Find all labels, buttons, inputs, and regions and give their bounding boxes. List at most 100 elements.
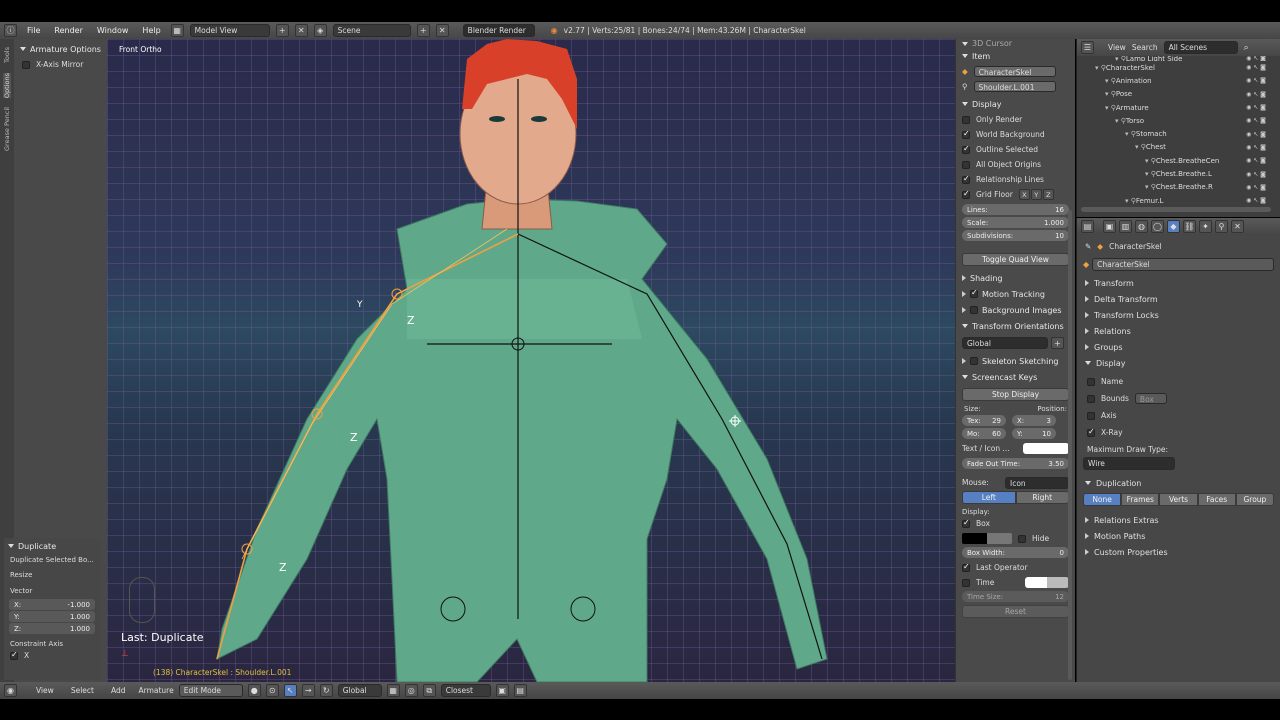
outliner-row[interactable]: ▾ ⚲ Torso ◉ ↖ ◙ [1077,114,1280,127]
menu-file[interactable]: File [23,26,44,35]
duplication-option[interactable]: None [1083,493,1122,506]
modifiers-tab-icon[interactable]: ✦ [1199,220,1212,233]
object-name-field[interactable]: CharacterSkel [973,66,1056,77]
add-scene-icon[interactable]: + [416,24,430,37]
viewport-editor-icon[interactable]: ◉ [4,684,17,697]
tab-tools[interactable]: Tools [3,47,11,63]
section-header[interactable]: Delta Transform [1077,291,1280,307]
data-tab-icon[interactable]: ⚲ [1215,220,1228,233]
mouse-right-button[interactable]: Right [1015,491,1069,504]
editor-type-icon[interactable]: ⓘ [4,24,17,37]
visibility-icons[interactable]: ◉ ↖ ◙ [1246,184,1266,191]
props-scrollbar[interactable] [1068,210,1072,680]
translate-icon[interactable]: → [301,684,315,697]
duplication-option[interactable]: Verts [1159,493,1198,506]
outliner-row[interactable]: ▾ ⚲ Femur.L ◉ ↖ ◙ [1077,194,1280,207]
proportional-edit-icon[interactable]: ◎ [404,684,418,697]
text-color-swatch[interactable] [1023,443,1069,454]
3d-viewport[interactable]: Z Z Z Y Front Ortho Last: Duplicate ⊥ (1… [107,39,955,682]
section-header[interactable]: Transform Locks [1077,307,1280,323]
tex-size-field[interactable]: Tex: 29 [962,415,1006,426]
menu-help[interactable]: Help [138,26,164,35]
add-layout-icon[interactable]: + [275,24,289,37]
outline-selected-checkbox[interactable] [962,144,970,154]
axis-y-toggle[interactable]: Y [1030,189,1042,200]
outliner-row[interactable]: ▾ ⚲ Chest ◉ ↖ ◙ [1077,141,1280,154]
opengl-anim-icon[interactable]: ▤ [513,684,527,697]
bone-tab-icon[interactable]: ✕ [1231,220,1244,233]
duplication-section-header[interactable]: Duplication [1077,475,1280,491]
rotate-icon[interactable]: ↻ [319,684,333,697]
world-tab-icon[interactable]: ◯ [1151,220,1164,233]
object-name-input[interactable]: CharacterSkel [1092,258,1274,271]
outliner-filter-select[interactable]: All Scenes [1163,41,1238,54]
outliner-row[interactable]: ▾ ⚲ Animation ◉ ↖ ◙ [1077,74,1280,87]
item-header[interactable]: Item [962,48,1069,64]
duplication-option[interactable]: Faces [1197,493,1236,506]
properties-editor-icon[interactable]: ▤ [1081,220,1094,233]
shading-mode-icon[interactable]: ● [247,684,261,697]
display-section-header[interactable]: Display [1077,355,1280,371]
reset-button[interactable]: Reset [962,605,1069,618]
box-width-field[interactable]: Box Width: 0 [962,547,1069,558]
world-background-checkbox[interactable] [962,129,970,139]
layout-selector[interactable]: Model View [189,24,270,37]
constraints-tab-icon[interactable]: ⛓ [1183,220,1196,233]
mouse-left-button[interactable]: Left [962,491,1016,504]
outliner-editor-icon[interactable]: ☰ [1081,41,1094,54]
visibility-icons[interactable]: ◉ ↖ ◙ [1246,131,1266,138]
screencast-keys-header[interactable]: Screencast Keys [962,369,1069,385]
grid-subdivisions-field[interactable]: Subdivisions: 10 [962,230,1069,241]
visibility-icons[interactable]: ◉ ↖ ◙ [1246,104,1266,111]
section-header[interactable]: Motion Paths [1077,528,1280,544]
outliner-row[interactable]: ▾ ⚲ Chest.BreatheCen ◉ ↖ ◙ [1077,154,1280,167]
mouse-mode-select[interactable]: Icon [1005,476,1069,489]
visibility-icons[interactable]: ◉ ↖ ◙ [1246,197,1266,204]
xray-checkbox[interactable] [1087,427,1095,437]
box-checkbox[interactable] [962,518,970,528]
visibility-icons[interactable]: ◉ ↖ ◙ [1246,144,1266,151]
menu-view[interactable]: View [36,686,54,695]
menu-add[interactable]: Add [111,686,126,695]
layout-icon[interactable]: ▦ [170,24,184,37]
time-color-swatch[interactable] [1025,577,1069,588]
orientation-select[interactable]: Global [962,337,1048,349]
tab-options[interactable]: Options [3,73,11,99]
menu-select[interactable]: Select [71,686,94,695]
all-object-origins-checkbox[interactable] [962,160,970,169]
visibility-icons[interactable]: ◉ ↖ ◙ [1246,77,1266,84]
layers-icon[interactable]: ▦ [386,684,400,697]
duplication-option[interactable]: Group [1235,493,1275,506]
snap-icon[interactable]: ⧉ [422,684,436,697]
section-header[interactable]: Groups [1077,339,1280,355]
toggle-quad-view-button[interactable]: Toggle Quad View [962,253,1069,266]
remove-layout-icon[interactable]: ✕ [294,24,308,37]
motion-tracking-header[interactable]: Motion Tracking [962,286,1069,302]
hide-checkbox[interactable] [1018,534,1026,543]
tab-grease-pencil[interactable]: Grease Pencil [3,107,11,151]
mo-size-field[interactable]: Mo: 60 [962,428,1006,439]
outliner-menu-search[interactable]: Search [1132,43,1158,52]
section-header[interactable]: Relations Extras [1077,512,1280,528]
render-tab-icon[interactable]: ▣ [1103,220,1116,233]
section-header[interactable]: Relations [1077,323,1280,339]
shading-header[interactable]: Shading [962,270,1069,286]
outliner-search-icon[interactable]: ⌕ [1244,43,1249,53]
3d-cursor-header[interactable]: 3D Cursor [962,39,1069,48]
outliner-row[interactable]: ▾ ⚲ Pose ◉ ↖ ◙ [1077,88,1280,101]
bone-name-field[interactable]: Shoulder.L.001 [973,81,1056,92]
duplication-option[interactable]: Frames [1121,493,1160,506]
max-draw-type-select[interactable]: Wire [1083,457,1175,470]
axis-x-toggle[interactable]: X [1018,189,1030,200]
bounds-type-select[interactable]: Box [1134,393,1167,404]
layers-tab-icon[interactable]: ▥ [1119,220,1132,233]
section-header[interactable]: Custom Properties [1077,544,1280,560]
grid-lines-field[interactable]: Lines: 16 [962,204,1069,215]
axis-z-toggle[interactable]: Z [1042,189,1054,200]
redo-panel-header[interactable]: Duplicate [4,538,100,554]
axis-checkbox[interactable] [1087,411,1095,420]
fade-out-time-field[interactable]: Fade Out Time: 3.50 [962,458,1069,469]
grid-floor-checkbox[interactable] [962,189,970,199]
snap-target-select[interactable]: Closest [440,684,491,697]
box-color-swatch[interactable] [962,533,1012,544]
